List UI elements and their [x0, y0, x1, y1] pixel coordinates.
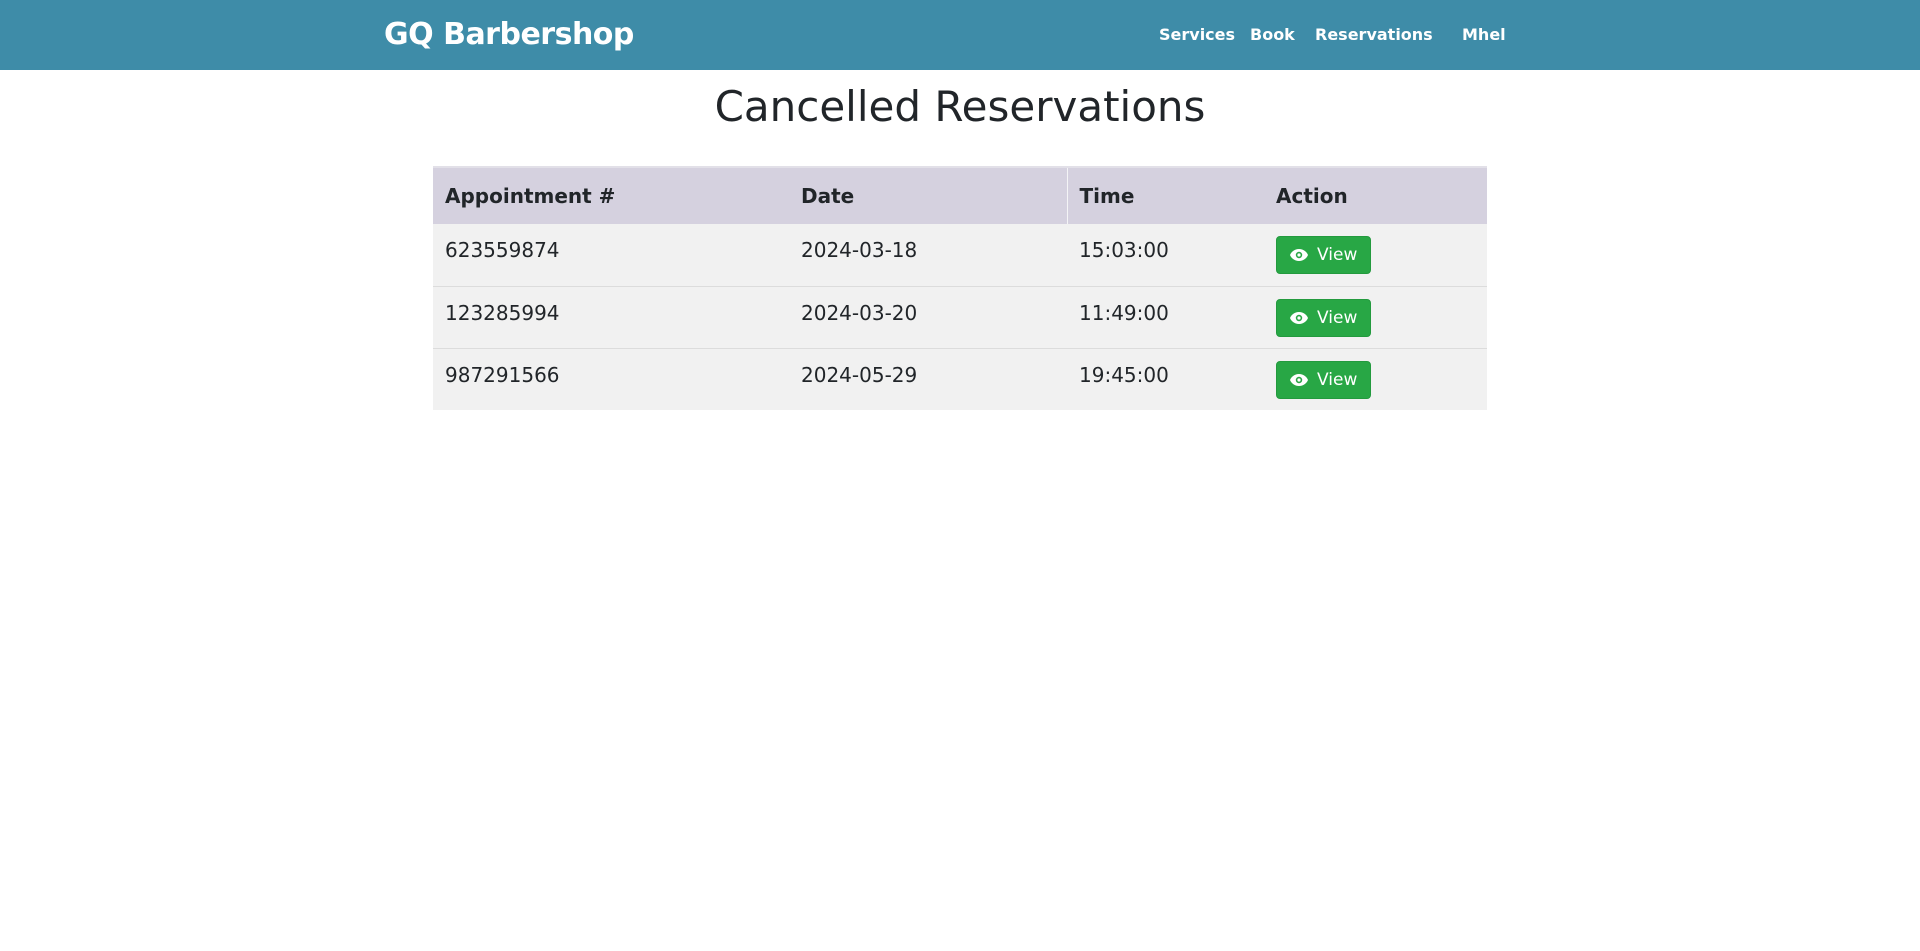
action-cell: View	[1264, 224, 1487, 286]
nav-link-reservations[interactable]: Reservations	[1315, 0, 1433, 70]
table-row: 623559874 2024-03-18 15:03:00 View	[433, 224, 1487, 286]
appointment-date: 2024-05-29	[789, 347, 1067, 410]
view-button[interactable]: View	[1276, 236, 1372, 274]
nav-link-book[interactable]: Book	[1250, 0, 1295, 70]
column-header-action: Action	[1264, 166, 1487, 224]
view-button-label: View	[1317, 307, 1358, 328]
appointment-time: 11:49:00	[1067, 285, 1264, 348]
navbar: GQ Barbershop Services Book Reservations…	[0, 0, 1920, 70]
nav-link-services[interactable]: Services	[1159, 0, 1235, 70]
view-button-label: View	[1317, 369, 1358, 390]
view-button-label: View	[1317, 245, 1358, 265]
appointment-number: 987291566	[433, 347, 789, 410]
table-row: 123285994 2024-03-20 11:49:00 View	[433, 285, 1487, 348]
appointment-number: 623559874	[433, 224, 789, 286]
action-cell: View	[1264, 347, 1487, 410]
appointment-date: 2024-03-18	[789, 224, 1067, 286]
appointment-time: 15:03:00	[1067, 224, 1264, 286]
reservations-table: Appointment # Date Time Action 623559874…	[433, 166, 1487, 410]
appointment-time: 19:45:00	[1067, 347, 1264, 410]
column-header-appointment: Appointment #	[433, 166, 789, 224]
nav-link-user-mhel[interactable]: Mhel	[1462, 0, 1506, 70]
view-button[interactable]: View	[1276, 360, 1372, 399]
table-row: 987291566 2024-05-29 19:45:00 View	[433, 347, 1487, 410]
eye-icon	[1290, 373, 1308, 386]
action-cell: View	[1264, 285, 1487, 348]
view-button[interactable]: View	[1276, 298, 1372, 337]
eye-icon	[1290, 249, 1308, 261]
column-header-time: Time	[1066, 166, 1264, 224]
brand-logo-link[interactable]: GQ Barbershop	[384, 0, 634, 70]
table-header-row: Appointment # Date Time Action	[433, 166, 1487, 224]
reservations-table-container: Appointment # Date Time Action 623559874…	[433, 166, 1487, 410]
column-header-date: Date	[789, 166, 1067, 224]
appointment-number: 123285994	[433, 285, 789, 348]
appointment-date: 2024-03-20	[789, 285, 1067, 348]
page-title: Cancelled Reservations	[714, 82, 1206, 131]
eye-icon	[1290, 311, 1308, 324]
